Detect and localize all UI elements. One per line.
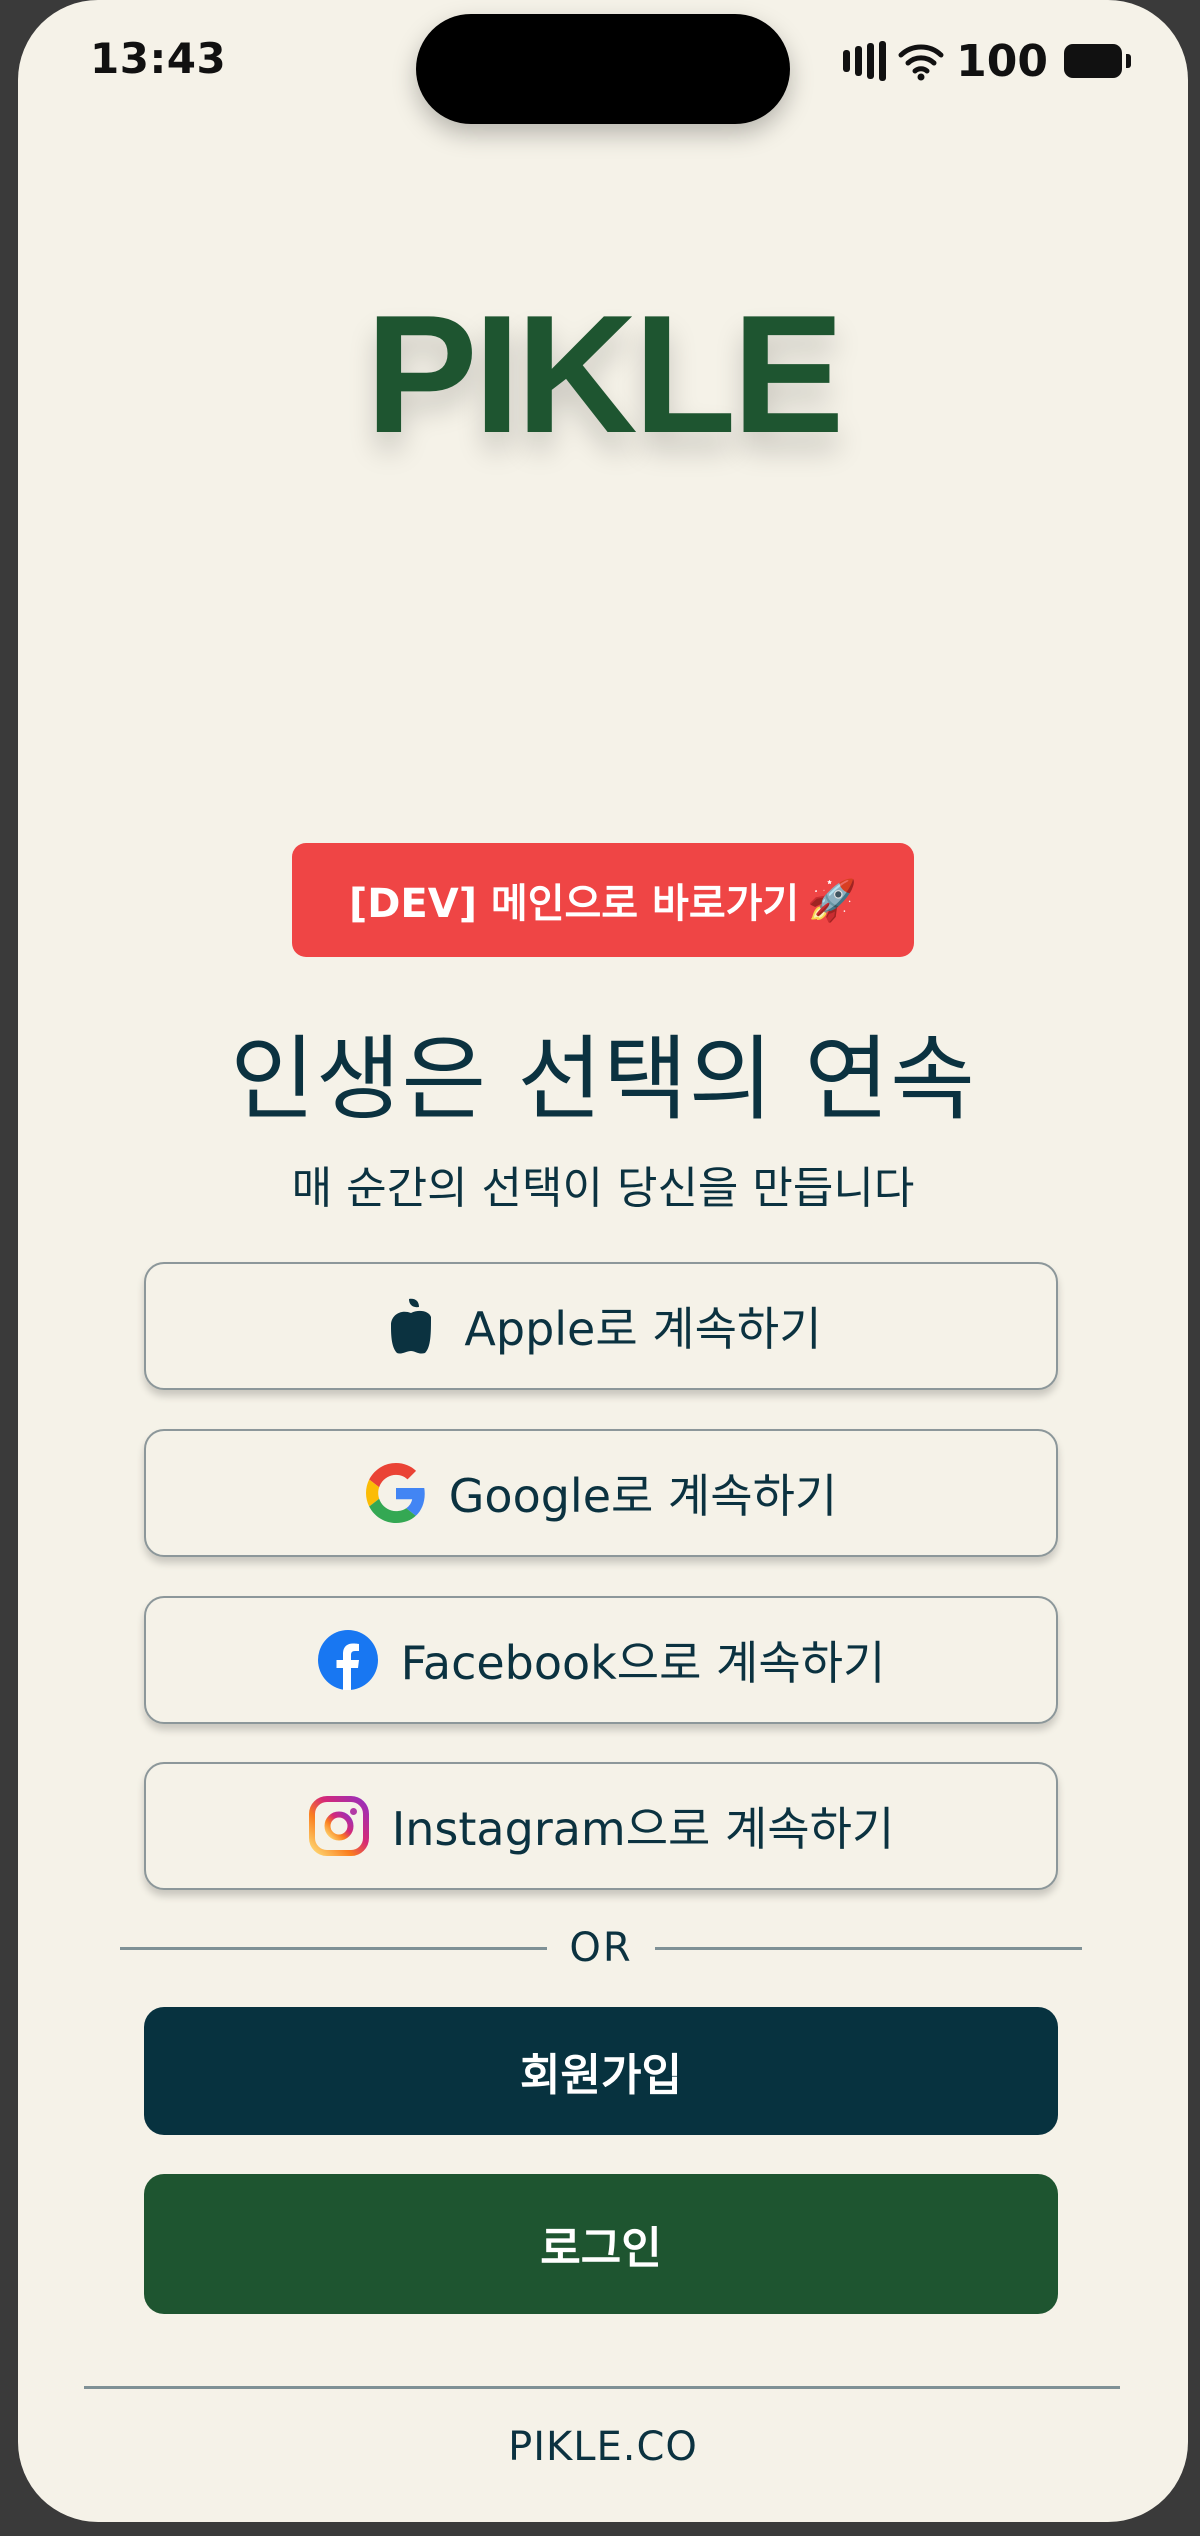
facebook-login-button[interactable]: Facebook으로 계속하기 xyxy=(144,1596,1058,1724)
rocket-icon: 🚀 xyxy=(807,877,858,924)
dev-button-label: [DEV] 메인으로 바로가기 xyxy=(348,881,800,927)
or-divider: OR xyxy=(120,1925,1082,1971)
signup-label: 회원가입 xyxy=(520,2050,682,2101)
google-login-button[interactable]: Google로 계속하기 xyxy=(144,1429,1058,1557)
status-indicators: 100 xyxy=(843,35,1131,87)
facebook-login-label: Facebook으로 계속하기 xyxy=(400,1636,886,1690)
status-time: 13:43 xyxy=(90,34,227,83)
apple-icon xyxy=(380,1295,442,1357)
app-logo: PIKLE xyxy=(365,280,845,468)
battery-percentage: 100 xyxy=(956,35,1048,87)
apple-login-button[interactable]: Apple로 계속하기 xyxy=(144,1262,1058,1390)
instagram-login-button[interactable]: Instagram으로 계속하기 xyxy=(144,1762,1058,1890)
footer-divider xyxy=(84,2386,1120,2389)
divider-line-left xyxy=(120,1946,548,1950)
google-login-label: Google로 계속하기 xyxy=(448,1469,838,1523)
apple-login-label: Apple로 계속하기 xyxy=(464,1302,822,1356)
page-subtitle: 매 순간의 선택이 당신을 만듭니다 xyxy=(291,1163,915,1214)
page-headline: 인생은 선택의 연속 xyxy=(230,1026,976,1133)
or-label: OR xyxy=(569,1925,633,1971)
instagram-login-label: Instagram으로 계속하기 xyxy=(391,1802,895,1856)
dev-main-shortcut-button[interactable]: [DEV] 메인으로 바로가기 🚀 xyxy=(292,843,914,957)
footer-brand: PIKLE.CO xyxy=(508,2424,698,2470)
wifi-icon xyxy=(898,44,944,81)
phone-screen: 13:43 100 PIKLE [DEV] 메인으로 바로가기 🚀 인생은 선택… xyxy=(18,0,1188,2522)
cellular-signal-icon xyxy=(843,41,887,81)
instagram-icon xyxy=(308,1795,370,1857)
login-button[interactable]: 로그인 xyxy=(144,2174,1058,2314)
login-label: 로그인 xyxy=(540,2223,662,2274)
battery-icon xyxy=(1064,44,1131,78)
facebook-icon xyxy=(317,1629,379,1691)
divider-line-right xyxy=(654,1946,1082,1950)
google-icon xyxy=(365,1462,427,1524)
dynamic-island xyxy=(416,14,790,124)
signup-button[interactable]: 회원가입 xyxy=(144,2007,1058,2135)
